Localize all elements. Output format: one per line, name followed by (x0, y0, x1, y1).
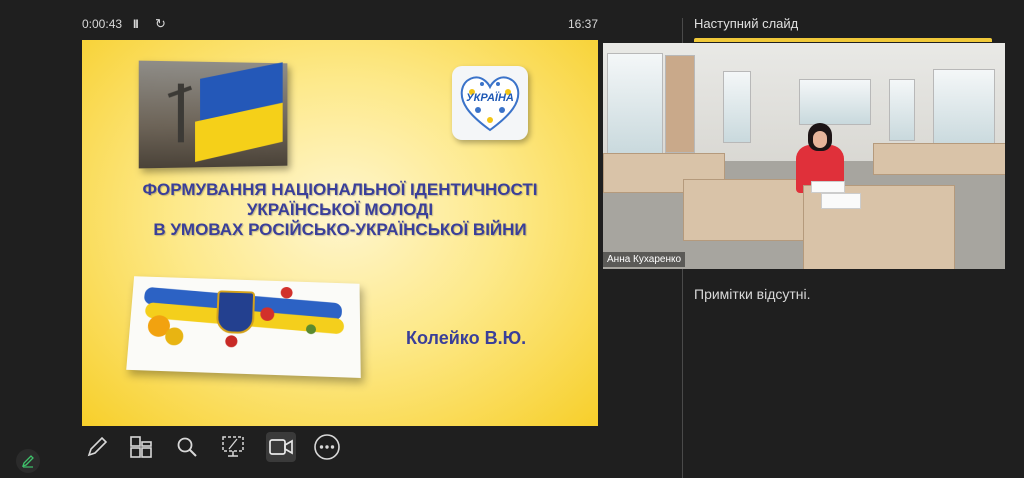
more-options-icon (313, 433, 341, 461)
current-time: 16:37 (568, 17, 598, 31)
trident-ornament-image (126, 276, 361, 378)
subtitles-screen-icon (220, 434, 246, 460)
slide-title-line-1: ФОРМУВАННЯ НАЦІОНАЛЬНОЇ ІДЕНТИЧНОСТІ (94, 180, 586, 200)
pen-tool-button[interactable] (82, 432, 112, 462)
badge-text: УКРАЇНА (452, 92, 528, 104)
participant-video[interactable] (603, 43, 1005, 269)
more-options-button[interactable] (312, 432, 342, 462)
slide-author: Колейко В.Ю. (406, 328, 526, 349)
presenter-timer-bar: 0:00:43 II ↻ 16:37 (82, 12, 598, 36)
magnifier-icon (175, 435, 199, 459)
elapsed-time: 0:00:43 (82, 17, 122, 31)
slide-title-line-3: В УМОВАХ РОСІЙСЬКО-УКРАЇНСЬКОЇ ВІЙНИ (94, 220, 586, 240)
pencil-icon (21, 454, 35, 468)
current-slide[interactable]: УКРАЇНА ФОРМУВАННЯ НАЦІОНАЛЬНОЇ ІДЕНТИЧН… (82, 40, 598, 426)
participant-name: Анна Кухаренко (603, 252, 685, 267)
slides-grid-icon (128, 434, 154, 460)
subtitles-button[interactable] (218, 432, 248, 462)
pause-timer-icon[interactable]: II (133, 17, 138, 31)
trident-icon (216, 290, 255, 334)
zoom-button[interactable] (172, 432, 202, 462)
pen-icon (85, 435, 109, 459)
next-slide-label: Наступний слайд (694, 16, 798, 31)
slide-title-line-2: УКРАЇНСЬКОЇ МОЛОДІ (94, 200, 586, 220)
camera-icon (268, 435, 294, 459)
camera-toggle-button[interactable] (266, 432, 296, 462)
see-all-slides-button[interactable] (126, 432, 156, 462)
motherland-flag-image (139, 61, 288, 169)
next-slide-preview[interactable] (694, 38, 992, 42)
speaker-notes: Примітки відсутні. (694, 286, 811, 302)
annotation-pen-button[interactable] (16, 449, 40, 473)
restart-timer-icon[interactable]: ↻ (155, 16, 166, 32)
ukraine-heart-badge: УКРАЇНА (452, 66, 528, 140)
slide-title: ФОРМУВАННЯ НАЦІОНАЛЬНОЇ ІДЕНТИЧНОСТІ УКР… (94, 180, 586, 240)
